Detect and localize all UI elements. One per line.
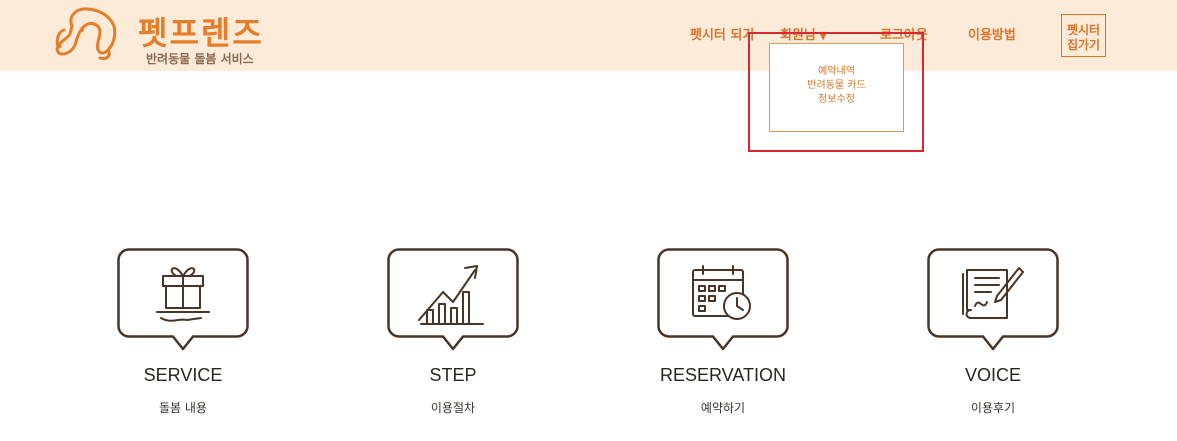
- site-header: 펫프렌즈 반려동물 돌봄 서비스 펫시터 되기 회원님 ▼ 로그아웃 이용방법 펫…: [0, 0, 1177, 71]
- speech-bubble-frame: [387, 248, 519, 351]
- feature-subtitle: 돌봄 내용: [159, 401, 207, 415]
- feature-subtitle: 이용절차: [430, 401, 476, 415]
- sitter-button-line1: 펫시터: [1066, 22, 1101, 37]
- feature-card-voice[interactable]: VOICE 이용후기: [927, 248, 1059, 423]
- nav-member-label: 회원님: [780, 28, 816, 43]
- dog-logo-icon: [55, 7, 117, 60]
- dropdown-item-reservations[interactable]: 예약내역: [770, 65, 903, 79]
- feature-subtitle: 이용후기: [970, 401, 1016, 415]
- dropdown-item-pet-card[interactable]: 반려동물 카드: [770, 79, 903, 93]
- brand-logo[interactable]: 펫프렌즈 반려동물 돌봄 서비스: [54, 4, 284, 66]
- feature-card-service[interactable]: SERVICE 돌봄 내용: [117, 248, 249, 423]
- nav-how-to-use[interactable]: 이용방법: [968, 24, 1016, 43]
- caret-down-icon: ▼: [818, 29, 828, 42]
- feature-card-reservation[interactable]: RESERVATION 예약하기: [657, 248, 789, 423]
- feature-title: RESERVATION: [659, 365, 787, 385]
- speech-bubble-frame: [117, 248, 249, 351]
- feature-title: SERVICE: [143, 365, 223, 385]
- brand-subtitle: 반려동물 돌봄 서비스: [146, 52, 254, 66]
- feature-title: STEP: [429, 365, 477, 385]
- sitter-button-line2: 집가기: [1066, 37, 1101, 52]
- speech-bubble-frame: [657, 248, 789, 351]
- sitter-home-button[interactable]: 펫시터 집가기: [1061, 14, 1106, 57]
- nav-member-menu[interactable]: 회원님 ▼: [780, 24, 827, 43]
- speech-bubble-frame: [927, 248, 1059, 351]
- feature-card-step[interactable]: STEP 이용절차: [387, 248, 519, 423]
- feature-title: VOICE: [964, 365, 1021, 385]
- member-dropdown-menu: 예약내역 반려동물 카드 정보수정: [769, 43, 904, 132]
- nav-logout[interactable]: 로그아웃: [880, 24, 928, 43]
- feature-subtitle: 예약하기: [700, 401, 746, 415]
- nav-become-sitter[interactable]: 펫시터 되기: [690, 24, 754, 43]
- brand-name: 펫프렌즈: [138, 14, 264, 52]
- dropdown-item-edit-info[interactable]: 정보수정: [770, 93, 903, 107]
